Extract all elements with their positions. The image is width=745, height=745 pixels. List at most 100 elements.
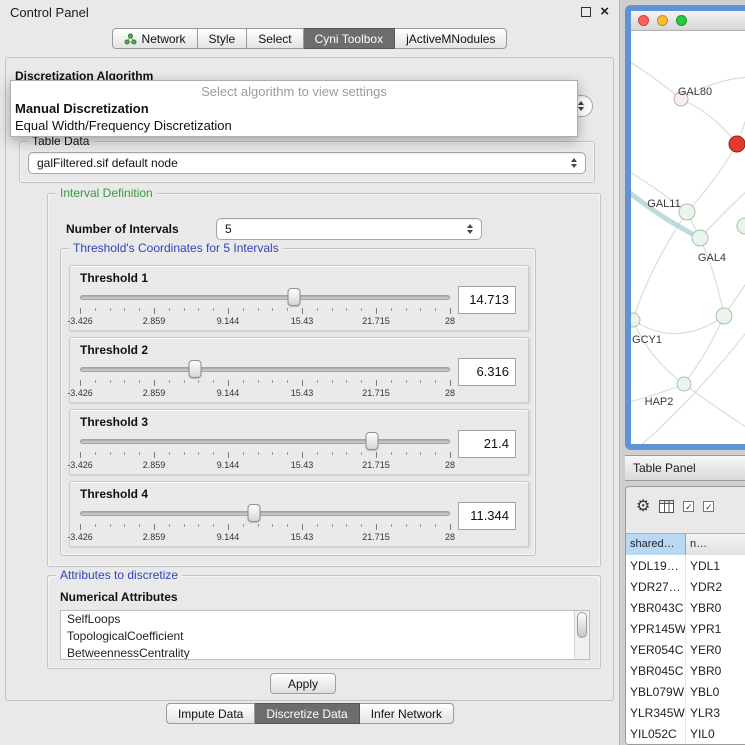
zoom-traffic-light[interactable] bbox=[676, 15, 687, 26]
tab-select[interactable]: Select bbox=[247, 28, 303, 49]
table-cell: YIL0 bbox=[686, 723, 745, 744]
tab-impute-data[interactable]: Impute Data bbox=[166, 703, 255, 724]
column-header[interactable]: shared… bbox=[626, 534, 686, 556]
network-canvas[interactable]: GAL80GAL11GAL4GCY1HAP2 bbox=[631, 31, 745, 444]
tick-mark bbox=[228, 308, 229, 314]
table-row[interactable]: YPR145WYPR1 bbox=[626, 618, 745, 639]
table-row[interactable]: YLR345WYLR3 bbox=[626, 702, 745, 723]
tab-network[interactable]: Network bbox=[112, 28, 198, 49]
table-row[interactable]: YER054CYER0 bbox=[626, 639, 745, 660]
table-cell: YER054C bbox=[626, 639, 686, 660]
tab-style[interactable]: Style bbox=[198, 28, 248, 49]
tick-mark bbox=[139, 308, 140, 311]
minimize-traffic-light[interactable] bbox=[657, 15, 668, 26]
table-row[interactable]: YBR045CYBR0 bbox=[626, 660, 745, 681]
table-row[interactable]: YBR043CYBR0 bbox=[626, 597, 745, 618]
slider-track bbox=[80, 367, 450, 372]
slider-thumb[interactable] bbox=[287, 288, 300, 306]
float-window-icon[interactable] bbox=[581, 7, 591, 17]
slider-thumb[interactable] bbox=[188, 360, 201, 378]
network-edge[interactable] bbox=[700, 238, 724, 316]
tick-mark bbox=[302, 308, 303, 314]
gear-icon[interactable]: ⚙ bbox=[636, 499, 650, 515]
threshold-value-field[interactable]: 21.4 bbox=[458, 430, 516, 458]
slider-scale-label: 9.144 bbox=[217, 532, 240, 542]
tab-label: Select bbox=[258, 32, 291, 46]
tick-mark bbox=[243, 308, 244, 311]
network-node[interactable] bbox=[677, 377, 691, 391]
table-row[interactable]: YIL052CYIL0 bbox=[626, 723, 745, 744]
slider-thumb[interactable] bbox=[247, 504, 260, 522]
network-node[interactable] bbox=[679, 204, 695, 220]
number-of-intervals-combobox[interactable]: 5 bbox=[216, 218, 482, 240]
slider-scale-label: 9.144 bbox=[217, 388, 240, 398]
network-icon bbox=[124, 33, 137, 45]
scrollbar-thumb[interactable] bbox=[577, 612, 587, 638]
slider-thumb[interactable] bbox=[366, 432, 379, 450]
network-node[interactable] bbox=[737, 218, 745, 234]
network-edge[interactable] bbox=[681, 99, 737, 144]
number-of-intervals-value: 5 bbox=[225, 222, 232, 236]
table-data-combobox[interactable]: galFiltered.sif default node bbox=[28, 152, 586, 174]
table-panel-header: Table Panel bbox=[625, 455, 745, 481]
slider-scale-label: 21.715 bbox=[362, 532, 390, 542]
network-edge[interactable] bbox=[633, 316, 724, 334]
slider-ticks bbox=[80, 452, 450, 459]
table-row[interactable]: YDR27…YDR2 bbox=[626, 576, 745, 597]
threshold-slider[interactable]: -3.4262.8599.14415.4321.71528 bbox=[80, 288, 450, 328]
network-edge[interactable] bbox=[684, 316, 724, 384]
threshold-panel: Threshold 1-3.4262.8599.14415.4321.71528… bbox=[69, 265, 529, 331]
columns-icon[interactable] bbox=[659, 500, 674, 513]
tab-cyni-toolbox[interactable]: Cyni Toolbox bbox=[304, 28, 395, 49]
tab-infer-network[interactable]: Infer Network bbox=[360, 703, 454, 724]
close-traffic-light[interactable] bbox=[638, 15, 649, 26]
network-edge[interactable] bbox=[633, 320, 684, 384]
network-edge[interactable] bbox=[631, 59, 681, 99]
list-scrollbar[interactable] bbox=[574, 611, 589, 659]
attribute-list-item[interactable]: BetweennessCentrality bbox=[61, 645, 589, 660]
numerical-attributes-list: SelfLoopsTopologicalCoefficientBetweenne… bbox=[60, 610, 590, 660]
tick-mark bbox=[228, 524, 229, 530]
attributes-group: Attributes to discretize Numerical Attri… bbox=[47, 575, 601, 669]
deselect-all-checkbox-icon[interactable]: ✓ bbox=[703, 501, 714, 512]
slider-scale-label: 21.715 bbox=[362, 388, 390, 398]
tick-mark bbox=[110, 524, 111, 527]
attribute-list-item[interactable]: SelfLoops bbox=[61, 611, 589, 628]
tick-mark bbox=[95, 524, 96, 527]
threshold-value-field[interactable]: 6.316 bbox=[458, 358, 516, 386]
network-node[interactable] bbox=[631, 313, 640, 327]
tick-mark bbox=[435, 380, 436, 383]
slider-scale-label: 9.144 bbox=[217, 460, 240, 470]
attribute-list-item[interactable]: TopologicalCoefficient bbox=[61, 628, 589, 645]
network-node[interactable] bbox=[692, 230, 708, 246]
control-panel-titlebar: Control Panel × bbox=[0, 0, 619, 24]
tick-mark bbox=[406, 524, 407, 527]
select-all-checkbox-icon[interactable]: ✓ bbox=[683, 501, 694, 512]
tick-mark bbox=[391, 380, 392, 383]
threshold-slider[interactable]: -3.4262.8599.14415.4321.71528 bbox=[80, 432, 450, 472]
column-header[interactable]: n… bbox=[686, 534, 745, 556]
network-node[interactable] bbox=[729, 136, 745, 152]
tab-discretize-data[interactable]: Discretize Data bbox=[255, 703, 359, 724]
table-row[interactable]: YBL079WYBL0 bbox=[626, 681, 745, 702]
network-edge[interactable] bbox=[684, 384, 745, 429]
threshold-value-field[interactable]: 11.344 bbox=[458, 502, 516, 530]
threshold-label: Threshold 2 bbox=[80, 343, 148, 357]
close-window-icon[interactable]: × bbox=[600, 5, 609, 19]
threshold-slider[interactable]: -3.4262.8599.14415.4321.71528 bbox=[80, 360, 450, 400]
tab-jactivemnodules[interactable]: jActiveMNodules bbox=[395, 28, 507, 49]
apply-button[interactable]: Apply bbox=[270, 673, 336, 694]
table-row[interactable]: YDL19…YDL1 bbox=[626, 555, 745, 576]
tick-mark bbox=[258, 308, 259, 311]
algorithm-option-manual-discretization[interactable]: Manual Discretization bbox=[11, 100, 577, 117]
network-node[interactable] bbox=[716, 308, 732, 324]
tick-mark bbox=[317, 308, 318, 311]
algorithm-option-equal-width-frequency-discretization[interactable]: Equal Width/Frequency Discretization bbox=[11, 117, 577, 134]
tick-mark bbox=[361, 452, 362, 455]
tick-mark bbox=[228, 452, 229, 458]
tick-mark bbox=[198, 524, 199, 527]
tick-mark bbox=[450, 380, 451, 386]
threshold-slider[interactable]: -3.4262.8599.14415.4321.71528 bbox=[80, 504, 450, 544]
threshold-value-field[interactable]: 14.713 bbox=[458, 286, 516, 314]
network-edge[interactable] bbox=[687, 144, 737, 212]
